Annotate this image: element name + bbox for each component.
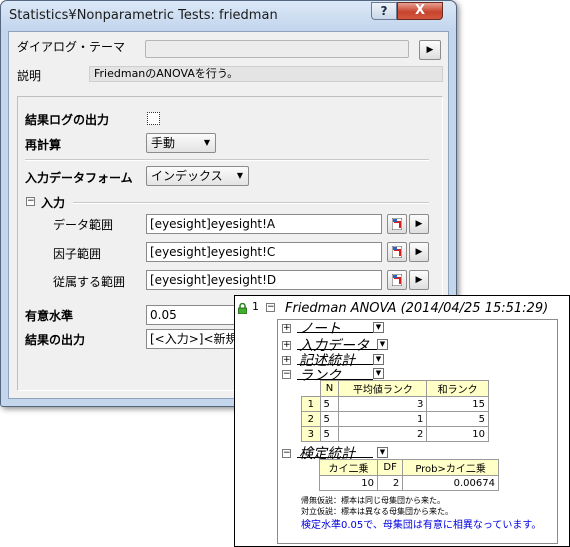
chevron-down-icon: ▼ — [236, 171, 243, 180]
lock-icon — [238, 303, 247, 314]
divider — [73, 202, 429, 204]
report-sheet: 1 − Friedman ANOVA (2014/04/25 15:51:29)… — [234, 295, 570, 547]
dependent-range-label: 従属する範囲 — [53, 275, 126, 289]
divider — [25, 159, 429, 161]
collapse-rank-icon[interactable]: − — [282, 370, 291, 379]
cell: 5 — [319, 396, 340, 412]
expand-descriptive-icon[interactable]: + — [282, 356, 291, 365]
cell: 5 — [319, 411, 340, 427]
test-col-df: DF — [376, 459, 404, 476]
help-button[interactable]: ? — [371, 2, 397, 20]
play-arrow-icon: ▶ — [426, 45, 434, 55]
table-row: 1 5 3 15 — [301, 396, 489, 412]
rank-col-sum: 和ランク — [426, 380, 489, 397]
theme-label: ダイアログ・テーマ — [17, 40, 126, 54]
chevron-down-icon[interactable]: ▼ — [373, 368, 384, 379]
log-output-label: 結果ログの出力 — [25, 113, 110, 127]
cell: 1 — [338, 411, 428, 427]
factor-range-select-button[interactable] — [387, 242, 407, 262]
data-range-menu-button[interactable]: ▶ — [409, 214, 429, 234]
test-col-chisq: カイ二乗 — [319, 459, 378, 476]
result-output-label: 結果の出力 — [25, 333, 86, 347]
cell: 2 — [338, 426, 428, 442]
expand-input-data-icon[interactable]: + — [282, 341, 291, 350]
row-number: 1 — [252, 300, 259, 313]
rank-col-mean: 平均値ランク — [338, 380, 428, 397]
log-output-checkbox[interactable] — [147, 112, 160, 125]
data-range-input[interactable]: [eyesight]eyesight!A — [146, 214, 382, 234]
table-row: 10 2 0.00674 — [301, 475, 499, 491]
cell: 15 — [426, 396, 489, 412]
table-row: 2 5 1 5 — [301, 411, 489, 427]
cell: 10 — [319, 475, 378, 491]
description-field: FriedmanのANOVAを行う。 — [89, 66, 443, 82]
cell: 0.00674 — [402, 475, 499, 491]
cell: 2 — [376, 475, 404, 491]
dependent-range-input[interactable]: [eyesight]eyesight!D — [146, 270, 382, 290]
title-bar[interactable]: Statistics¥Nonparametric Tests: friedman… — [1, 1, 456, 31]
data-range-label: データ範囲 — [53, 218, 114, 232]
cell: 5 — [319, 426, 340, 442]
chevron-down-icon[interactable]: ▼ — [373, 322, 384, 333]
dependent-range-menu-button[interactable]: ▶ — [409, 270, 429, 290]
collapse-input-icon[interactable]: − — [26, 197, 35, 206]
rank-table: N 平均値ランク 和ランク 1 5 3 15 2 5 1 5 3 5 2 10 — [301, 380, 489, 442]
row-header: 1 — [301, 396, 321, 412]
range-select-icon — [392, 246, 402, 258]
input-group-label: 入力 — [41, 196, 66, 210]
node-underline — [297, 332, 373, 333]
cell: 5 — [426, 411, 489, 427]
description-label: 説明 — [17, 69, 42, 83]
close-button[interactable]: X — [397, 2, 443, 20]
rank-col-n: N — [319, 380, 340, 397]
conclusion-note: 検定水準0.05で、母集団は有意に相異なっています。 — [301, 520, 542, 531]
recalc-value: 手動 — [151, 136, 176, 150]
recalc-label: 再計算 — [25, 138, 62, 152]
factor-range-label: 因子範囲 — [53, 247, 102, 261]
test-col-prob: Prob>カイ二乗 — [402, 459, 499, 476]
collapse-test-stats-icon[interactable]: − — [282, 449, 291, 458]
collapse-report-icon[interactable]: − — [266, 303, 275, 312]
range-select-icon — [392, 218, 402, 230]
report-title: Friedman ANOVA (2014/04/25 15:51:29) — [285, 301, 549, 316]
chevron-down-icon: ▼ — [203, 138, 210, 147]
range-select-icon — [392, 274, 402, 286]
chevron-down-icon[interactable]: ▼ — [377, 447, 388, 458]
expand-notes-icon[interactable]: + — [282, 324, 291, 333]
node-underline — [297, 457, 373, 458]
recalc-dropdown[interactable]: 手動 ▼ — [146, 133, 216, 153]
null-hypothesis-note: 帰無仮説：標本は同じ母集団から来た。 — [301, 496, 445, 505]
theme-field[interactable] — [145, 40, 409, 58]
significance-label: 有意水準 — [25, 309, 74, 323]
dialog-title: Statistics¥Nonparametric Tests: friedman — [9, 8, 278, 23]
factor-range-input[interactable]: [eyesight]eyesight!C — [146, 242, 382, 262]
cell: 10 — [426, 426, 489, 442]
row-header: 2 — [301, 411, 321, 427]
row-header: 3 — [301, 426, 321, 442]
table-row: 3 5 2 10 — [301, 426, 489, 442]
factor-range-menu-button[interactable]: ▶ — [409, 242, 429, 262]
dependent-range-select-button[interactable] — [387, 270, 407, 290]
chevron-down-icon[interactable]: ▼ — [377, 339, 388, 350]
cell: 3 — [338, 396, 428, 412]
data-range-select-button[interactable] — [387, 214, 407, 234]
input-form-label: 入力データフォーム — [25, 171, 133, 185]
input-form-value: インデックス — [151, 169, 223, 183]
play-arrow-icon: ▶ — [415, 247, 423, 257]
theme-menu-button[interactable]: ▶ — [419, 40, 441, 60]
test-stats-table: カイ二乗 DF Prob>カイ二乗 10 2 0.00674 — [301, 459, 499, 491]
input-form-dropdown[interactable]: インデックス ▼ — [146, 166, 249, 186]
play-arrow-icon: ▶ — [415, 219, 423, 229]
play-arrow-icon: ▶ — [415, 275, 423, 285]
chevron-down-icon[interactable]: ▼ — [373, 354, 384, 365]
